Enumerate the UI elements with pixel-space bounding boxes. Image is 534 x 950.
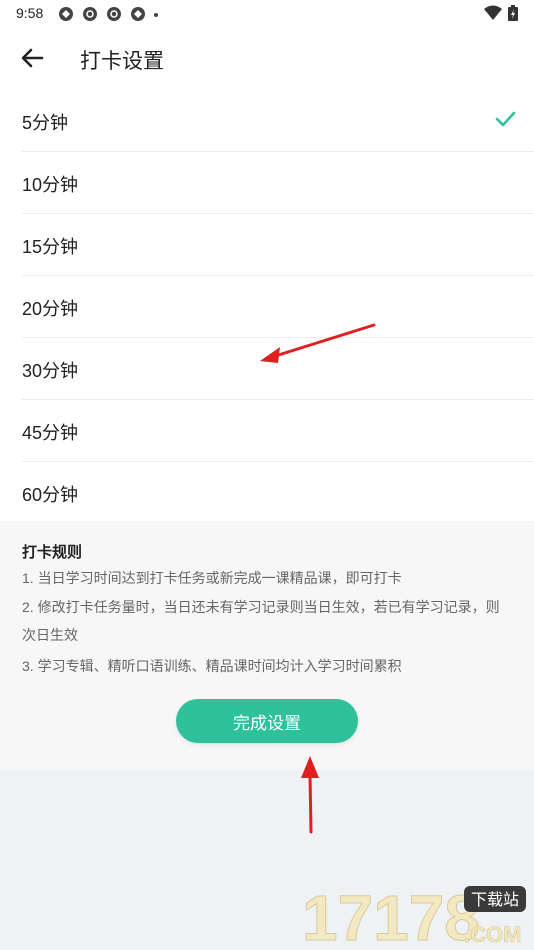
app-notification-icon: [131, 7, 145, 21]
watermark-main-text: 17178: [302, 882, 480, 948]
app-notification-icon: [83, 7, 97, 21]
option-15-minutes[interactable]: 15分钟: [22, 214, 534, 276]
option-45-minutes[interactable]: 45分钟: [22, 400, 534, 462]
checkin-rules-section: 打卡规则 1. 当日学习时间达到打卡任务或新完成一课精品课，即可打卡 2. 修改…: [0, 521, 534, 770]
option-label: 20分钟: [22, 299, 79, 319]
option-10-minutes[interactable]: 10分钟: [22, 152, 534, 214]
option-label: 10分钟: [22, 175, 79, 195]
more-notifications-dot: [154, 13, 158, 17]
rule-item: 3. 学习专辑、精听口语训练、精品课时间均计入学习时间累积: [22, 658, 402, 674]
wifi-icon: [484, 5, 502, 20]
option-60-minutes[interactable]: 60分钟: [22, 462, 534, 524]
check-icon: [495, 111, 516, 127]
option-label: 45分钟: [22, 423, 79, 443]
page-title: 打卡设置: [80, 50, 164, 73]
option-label: 60分钟: [22, 485, 79, 505]
status-bar: 9:58: [0, 0, 534, 28]
option-30-minutes[interactable]: 30分钟: [22, 338, 534, 400]
watermark-badge-text: 下载站: [471, 891, 519, 909]
option-label: 5分钟: [22, 113, 69, 133]
option-5-minutes[interactable]: 5分钟: [22, 90, 534, 152]
duration-options-list: 5分钟 10分钟 15分钟 20分钟 30分钟 45分钟 60分钟: [0, 90, 534, 524]
app-header: 打卡设置: [0, 28, 534, 91]
system-icons: [484, 5, 518, 21]
option-20-minutes[interactable]: 20分钟: [22, 276, 534, 338]
complete-settings-button[interactable]: 完成设置: [176, 699, 358, 743]
rule-item: 2. 修改打卡任务量时，当日还未有学习记录则当日生效，若已有学习记录，则次日生效: [22, 599, 500, 643]
app-notification-icon: [107, 7, 121, 21]
app-notification-icon: [59, 7, 73, 21]
option-label: 15分钟: [22, 237, 79, 257]
option-label: 30分钟: [22, 361, 79, 381]
watermark-com-text: .COM: [464, 922, 521, 947]
battery-charging-icon: [508, 5, 518, 21]
watermark-logo: 17178 下载站 .COM: [302, 882, 526, 948]
status-time: 9:58: [16, 5, 44, 21]
notification-icons: [58, 6, 158, 22]
rules-title: 打卡规则: [22, 544, 83, 561]
back-arrow-icon[interactable]: [18, 44, 46, 72]
rule-item: 1. 当日学习时间达到打卡任务或新完成一课精品课，即可打卡: [22, 570, 402, 586]
